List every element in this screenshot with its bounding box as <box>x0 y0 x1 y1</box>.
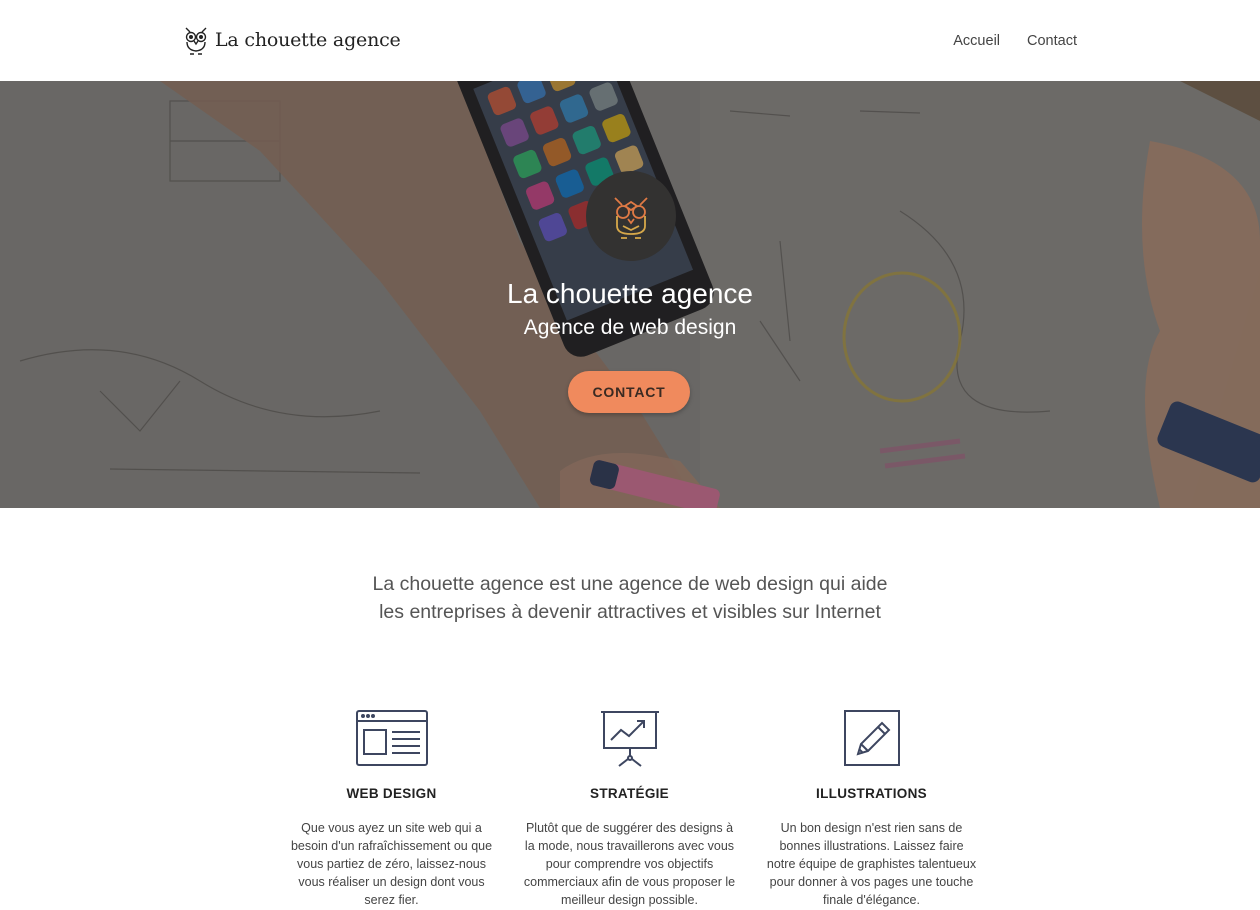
service-strategie: STRATÉGIE Plutôt que de suggérer des des… <box>522 708 737 909</box>
service-illustrations: ILLUSTRATIONS Un bon design n'est rien s… <box>764 708 979 909</box>
owl-badge-icon <box>614 197 648 239</box>
service-title-web-design: WEB DESIGN <box>346 786 437 801</box>
strategy-chart-icon <box>600 711 659 767</box>
nav-link-contact[interactable]: Contact <box>1027 33 1077 49</box>
hero-banner: La chouette agence Agence de web design … <box>0 81 1260 508</box>
service-text-strategie: Plutôt que de suggérer des designs à la … <box>523 821 736 907</box>
service-title-strategie: STRATÉGIE <box>590 786 669 801</box>
site-header: La chouette agence Accueil Contact <box>0 0 1260 81</box>
intro-text: La chouette agence est une agence de web… <box>0 570 1260 626</box>
owl-badge <box>586 171 676 261</box>
hero-title: La chouette agence <box>507 278 753 309</box>
owl-logo-icon <box>185 27 207 55</box>
service-title-illustrations: ILLUSTRATIONS <box>816 786 927 801</box>
contact-button[interactable]: CONTACT <box>568 371 690 413</box>
nav-link-accueil[interactable]: Accueil <box>953 33 1000 49</box>
service-text-web-design: Que vous ayez un site web qui a besoin d… <box>290 821 493 907</box>
logo-text: La chouette agence <box>215 29 401 51</box>
main-nav: Accueil Contact <box>953 33 1077 49</box>
pencil-icon <box>843 710 900 766</box>
service-web-design: WEB DESIGN Que vous ayez un site web qui… <box>284 708 499 909</box>
logo[interactable]: La chouette agence <box>183 24 401 56</box>
intro-line-2: les entreprises à devenir attractives et… <box>379 601 881 623</box>
service-text-illustrations: Un bon design n'est rien sans de bonnes … <box>766 821 977 907</box>
web-design-icon <box>355 710 428 766</box>
intro-line-1: La chouette agence est une agence de web… <box>372 573 888 595</box>
hero-subtitle: Agence de web design <box>523 316 737 339</box>
